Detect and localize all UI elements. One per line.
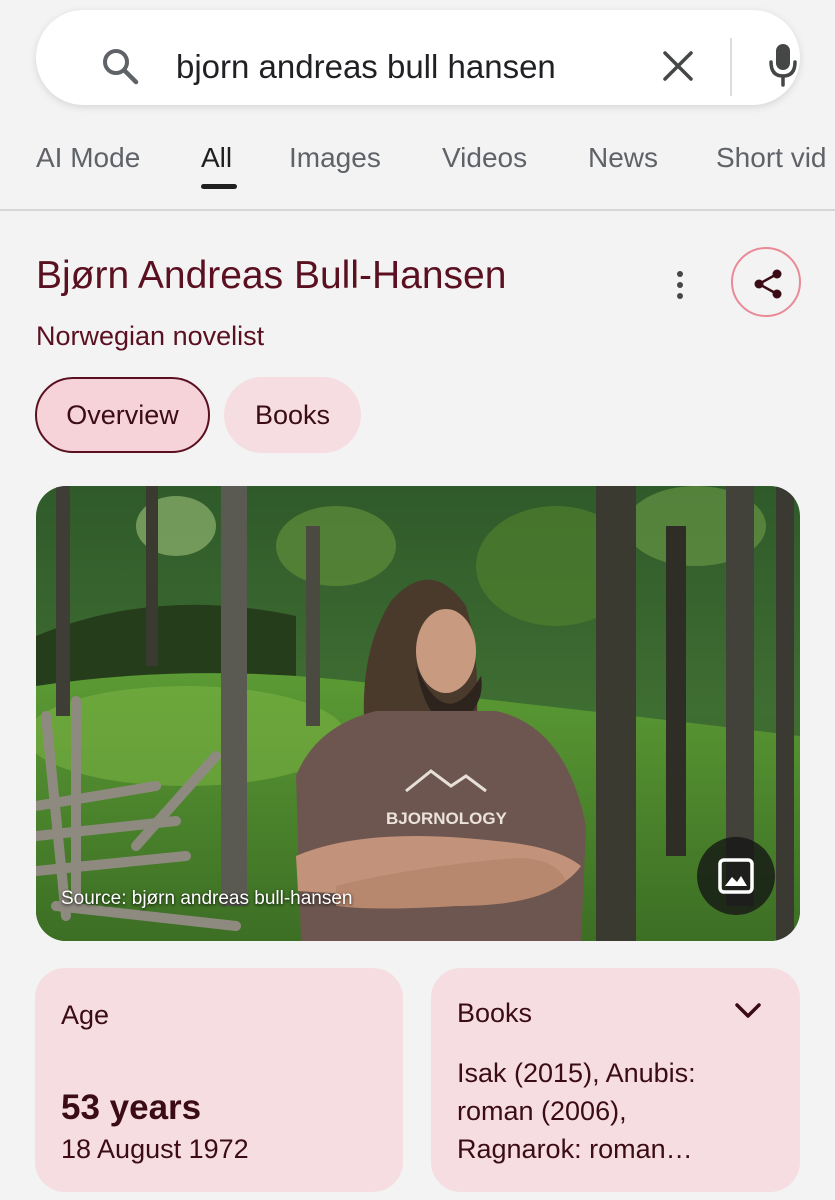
tab-ai-mode[interactable]: AI Mode xyxy=(36,142,140,174)
age-card[interactable]: Age 53 years 18 August 1972 xyxy=(35,968,403,1192)
active-tab-indicator xyxy=(201,184,237,189)
image-source-caption: Source: bjørn andreas bull-hansen xyxy=(61,888,353,909)
share-button[interactable] xyxy=(731,247,801,317)
age-label: Age xyxy=(61,1000,110,1030)
mic-icon[interactable] xyxy=(768,42,798,88)
clear-icon[interactable] xyxy=(662,50,694,82)
knowledge-panel-title[interactable]: Bjørn Andreas Bull-Hansen xyxy=(36,254,506,298)
portrait-photo: BJORNOLOGY xyxy=(36,486,800,941)
tabs-divider xyxy=(0,209,835,211)
chip-overview[interactable]: Overview xyxy=(35,377,210,453)
chevron-down-icon[interactable] xyxy=(733,1000,763,1020)
books-card[interactable]: Books Isak (2015), Anubis: roman (2006),… xyxy=(431,968,800,1192)
share-icon xyxy=(754,269,782,299)
search-icon[interactable] xyxy=(100,46,140,86)
search-bar[interactable]: bjorn andreas bull hansen xyxy=(36,10,800,105)
books-label: Books xyxy=(457,998,533,1028)
age-value: 53 years xyxy=(61,1088,202,1127)
shirt-text: BJORNOLOGY xyxy=(386,809,508,828)
knowledge-panel-subtitle: Norwegian novelist xyxy=(36,321,265,351)
search-results-page: bjorn andreas bull hansen AI Mode All Im… xyxy=(0,0,835,1200)
tab-short-videos[interactable]: Short vid xyxy=(716,142,827,174)
birth-date: 18 August 1972 xyxy=(61,1134,249,1164)
books-list-text: Isak (2015), Anubis: roman (2006), Ragna… xyxy=(457,1058,696,1164)
tab-images[interactable]: Images xyxy=(289,142,381,174)
knowledge-panel-image[interactable]: BJORNOLOGY xyxy=(36,486,800,941)
chip-books[interactable]: Books xyxy=(224,377,361,453)
search-input[interactable]: bjorn andreas bull hansen xyxy=(176,48,556,86)
image-icon xyxy=(718,858,754,894)
tab-news[interactable]: News xyxy=(588,142,658,174)
more-images-button[interactable] xyxy=(697,837,775,915)
tab-videos[interactable]: Videos xyxy=(442,142,527,174)
search-bar-divider xyxy=(730,38,732,96)
search-tabs: AI Mode All Images Videos News Short vid xyxy=(0,130,835,210)
tab-all[interactable]: All xyxy=(201,142,232,174)
more-vertical-icon[interactable] xyxy=(668,268,692,302)
